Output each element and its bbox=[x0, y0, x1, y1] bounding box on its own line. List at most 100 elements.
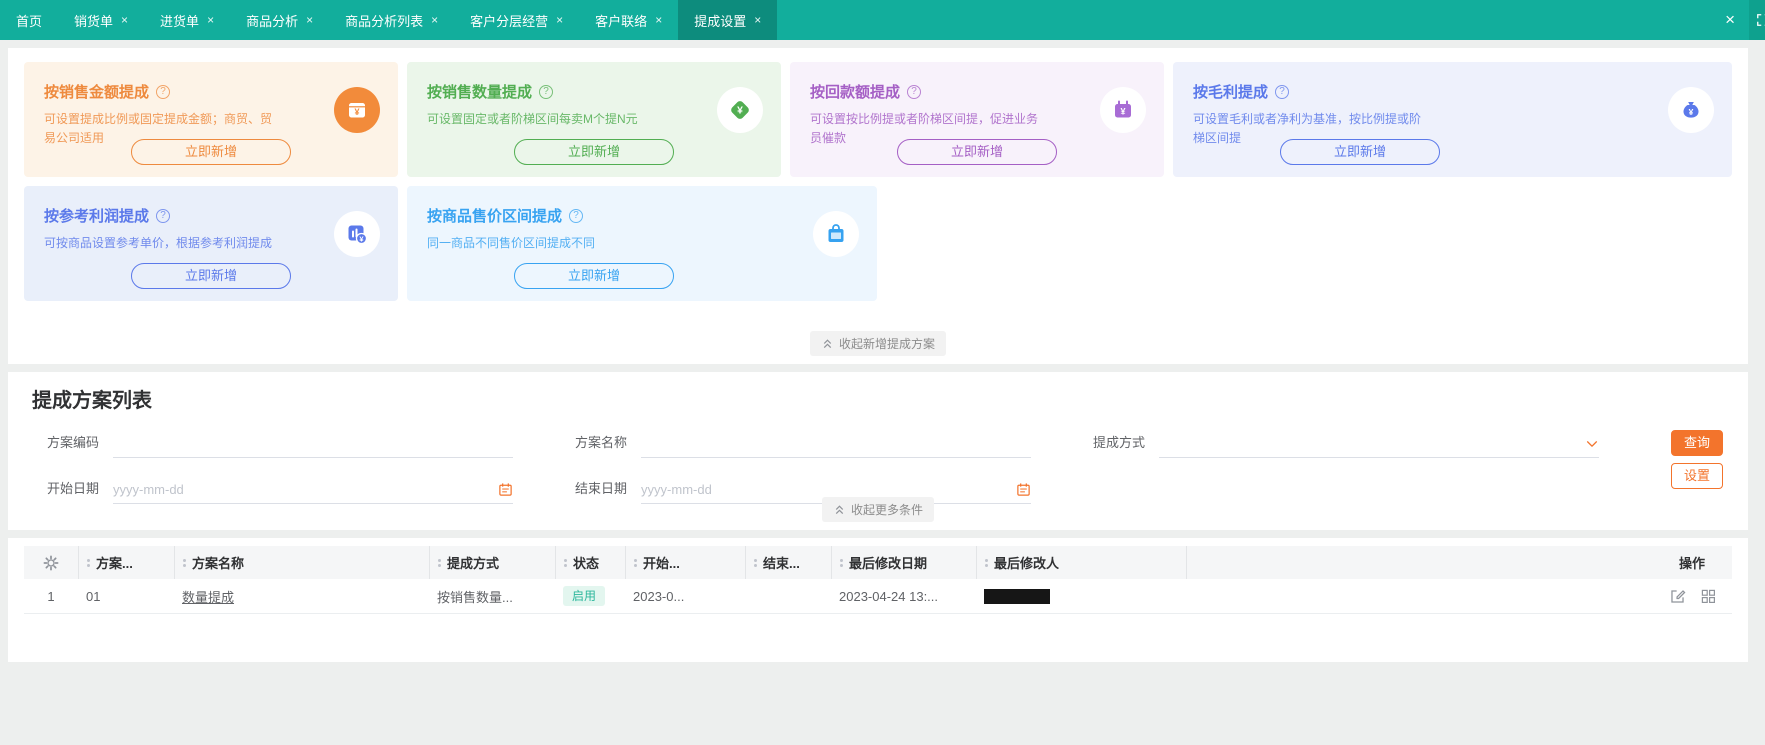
help-icon[interactable]: ? bbox=[539, 84, 554, 99]
tab-close-icon[interactable]: × bbox=[121, 13, 128, 27]
tab-product-analysis-list[interactable]: 商品分析列表 × bbox=[329, 0, 454, 40]
header-commission-type[interactable]: 提成方式 bbox=[429, 546, 555, 579]
commission-type-select[interactable] bbox=[1159, 430, 1600, 458]
header-settings[interactable] bbox=[24, 546, 78, 579]
tab-label: 提成设置 bbox=[694, 13, 747, 29]
column-handle-icon bbox=[634, 558, 637, 567]
column-handle-icon bbox=[564, 558, 567, 567]
cell-last-modified-date: 2023-04-24 13:... bbox=[839, 588, 939, 604]
help-icon[interactable]: ? bbox=[907, 84, 922, 99]
tab-home[interactable]: 首页 bbox=[0, 0, 58, 40]
add-now-button[interactable]: 立即新增 bbox=[131, 139, 291, 165]
card-description: 同一商品不同售价区间提成不同 bbox=[427, 236, 596, 250]
filter-row-1: 方案编码 方案名称 提成方式 bbox=[8, 428, 1748, 458]
query-button[interactable]: 查询 bbox=[1671, 430, 1723, 456]
header-start-date[interactable]: 开始... bbox=[625, 546, 745, 579]
scheme-name-input[interactable] bbox=[641, 436, 1032, 451]
header-last-modified-date[interactable]: 最后修改日期 bbox=[831, 546, 976, 579]
svg-text:¥: ¥ bbox=[737, 106, 743, 117]
chart-coin-icon: ¥ bbox=[334, 211, 380, 257]
status-badge: 启用 bbox=[563, 586, 606, 606]
cards-row-2: 按参考利润提成 ? 可按商品设置参考单价，根据参考利润提成 立即新增 ¥ 按商品… bbox=[24, 186, 1732, 301]
card-payment-collection-commission: 按回款额提成 ? 可设置按比例提或者阶梯区间提，促进业务员催款 立即新增 ¥ bbox=[790, 62, 1164, 177]
add-now-button[interactable]: 立即新增 bbox=[897, 139, 1057, 165]
help-icon[interactable]: ? bbox=[1275, 84, 1290, 99]
tab-close-icon[interactable]: × bbox=[754, 13, 761, 27]
tab-customer-segmentation[interactable]: 客户分层经营 × bbox=[454, 0, 579, 40]
cell-scheme-code: 01 bbox=[86, 588, 101, 604]
filter-buttons: 查询 设置 bbox=[1671, 430, 1723, 489]
cell-status: 启用 bbox=[555, 586, 625, 606]
tab-close-icon[interactable]: × bbox=[431, 13, 438, 27]
tab-customer-contact[interactable]: 客户联络 × bbox=[579, 0, 678, 40]
tab-commission-settings[interactable]: 提成设置 × bbox=[678, 0, 778, 40]
add-now-button[interactable]: 立即新增 bbox=[514, 139, 674, 165]
header-scheme-name[interactable]: 方案名称 bbox=[174, 546, 429, 579]
close-icon[interactable]: × bbox=[1711, 0, 1749, 40]
header-label: 方案名称 bbox=[192, 556, 245, 571]
cell-row-index: 1 bbox=[47, 588, 55, 604]
end-date-label: 结束日期 bbox=[575, 481, 628, 496]
column-handle-icon bbox=[438, 558, 441, 567]
double-chevron-up-icon bbox=[823, 339, 832, 348]
header-status[interactable]: 状态 bbox=[555, 546, 625, 579]
money-bag-icon: ¥ bbox=[1668, 87, 1714, 133]
help-icon[interactable]: ? bbox=[156, 208, 171, 223]
shopping-bag-icon bbox=[813, 211, 859, 257]
add-now-button[interactable]: 立即新增 bbox=[1280, 139, 1440, 165]
help-icon[interactable]: ? bbox=[569, 208, 584, 223]
cell-scheme-name: 数量提成 bbox=[174, 587, 429, 606]
tab-label: 销货单 bbox=[74, 13, 114, 29]
end-date-input[interactable] bbox=[641, 482, 1017, 497]
tab-label: 商品分析列表 bbox=[345, 13, 424, 29]
gear-icon bbox=[43, 555, 59, 570]
tab-label: 客户分层经营 bbox=[470, 13, 549, 29]
collapse-add-plans-button[interactable]: 收起新增提成方案 bbox=[809, 331, 947, 356]
calendar-icon[interactable] bbox=[1016, 482, 1031, 497]
column-handle-icon bbox=[985, 558, 988, 567]
tab-close-icon[interactable]: × bbox=[556, 13, 563, 27]
commission-type-value[interactable] bbox=[1159, 436, 1586, 451]
header-label: 状态 bbox=[573, 556, 600, 571]
tab-sales-order[interactable]: 销货单 × bbox=[58, 0, 144, 40]
tab-product-analysis[interactable]: 商品分析 × bbox=[230, 0, 329, 40]
more-actions-grid-icon[interactable] bbox=[1700, 588, 1716, 604]
help-icon[interactable]: ? bbox=[156, 84, 171, 99]
plan-table-panel: 方案... 方案名称 提成方式 状态 开始... 结束... 最后修改日期 最后… bbox=[8, 538, 1748, 662]
scheme-name-link[interactable]: 数量提成 bbox=[182, 587, 234, 606]
header-last-modified-by[interactable]: 最后修改人 bbox=[976, 546, 1186, 579]
purse-yuan-icon: ¥ bbox=[1100, 87, 1146, 133]
edit-icon[interactable] bbox=[1669, 588, 1686, 605]
card-title: 按毛利提成 bbox=[1193, 84, 1269, 101]
header-scheme-code[interactable]: 方案... bbox=[78, 546, 174, 579]
add-now-button[interactable]: 立即新增 bbox=[514, 263, 674, 289]
tab-close-icon[interactable]: × bbox=[207, 13, 214, 27]
card-title: 按参考利润提成 bbox=[44, 208, 150, 225]
header-actions: 操作 bbox=[1652, 546, 1732, 579]
card-sales-quantity-commission: 按销售数量提成 ? 可设置固定或者阶梯区间每卖M个提N元 立即新增 ¥ bbox=[407, 62, 781, 177]
svg-text:¥: ¥ bbox=[1120, 107, 1125, 117]
settings-button[interactable]: 设置 bbox=[1671, 463, 1723, 489]
yuan-diamond-icon: ¥ bbox=[717, 87, 763, 133]
collapse-add-plans-label: 收起新增提成方案 bbox=[838, 337, 936, 351]
table-header: 方案... 方案名称 提成方式 状态 开始... 结束... 最后修改日期 最后… bbox=[24, 546, 1732, 579]
svg-text:¥: ¥ bbox=[1689, 107, 1694, 117]
start-date-input[interactable] bbox=[113, 482, 499, 497]
tab-close-icon[interactable]: × bbox=[306, 13, 313, 27]
add-now-button[interactable]: 立即新增 bbox=[131, 263, 291, 289]
column-handle-icon bbox=[183, 558, 186, 567]
collapse-more-conditions-button[interactable]: 收起更多条件 bbox=[821, 497, 935, 522]
header-end-date[interactable]: 结束... bbox=[745, 546, 831, 579]
cell-actions bbox=[1652, 588, 1732, 605]
fullscreen-icon[interactable] bbox=[1749, 0, 1765, 40]
calendar-icon[interactable] bbox=[498, 482, 513, 497]
tab-close-icon[interactable]: × bbox=[655, 13, 662, 27]
tab-label: 商品分析 bbox=[246, 13, 299, 29]
table-row[interactable]: 1 01 数量提成 按销售数量... 启用 2023-0... 2023-04-… bbox=[24, 579, 1732, 614]
collapse-more-conditions-label: 收起更多条件 bbox=[850, 503, 924, 517]
scheme-code-input[interactable] bbox=[113, 436, 514, 451]
tab-purchase-order[interactable]: 进货单 × bbox=[144, 0, 230, 40]
chevron-down-icon[interactable] bbox=[1585, 437, 1599, 451]
column-handle-icon bbox=[754, 558, 757, 567]
svg-text:¥: ¥ bbox=[354, 107, 359, 117]
